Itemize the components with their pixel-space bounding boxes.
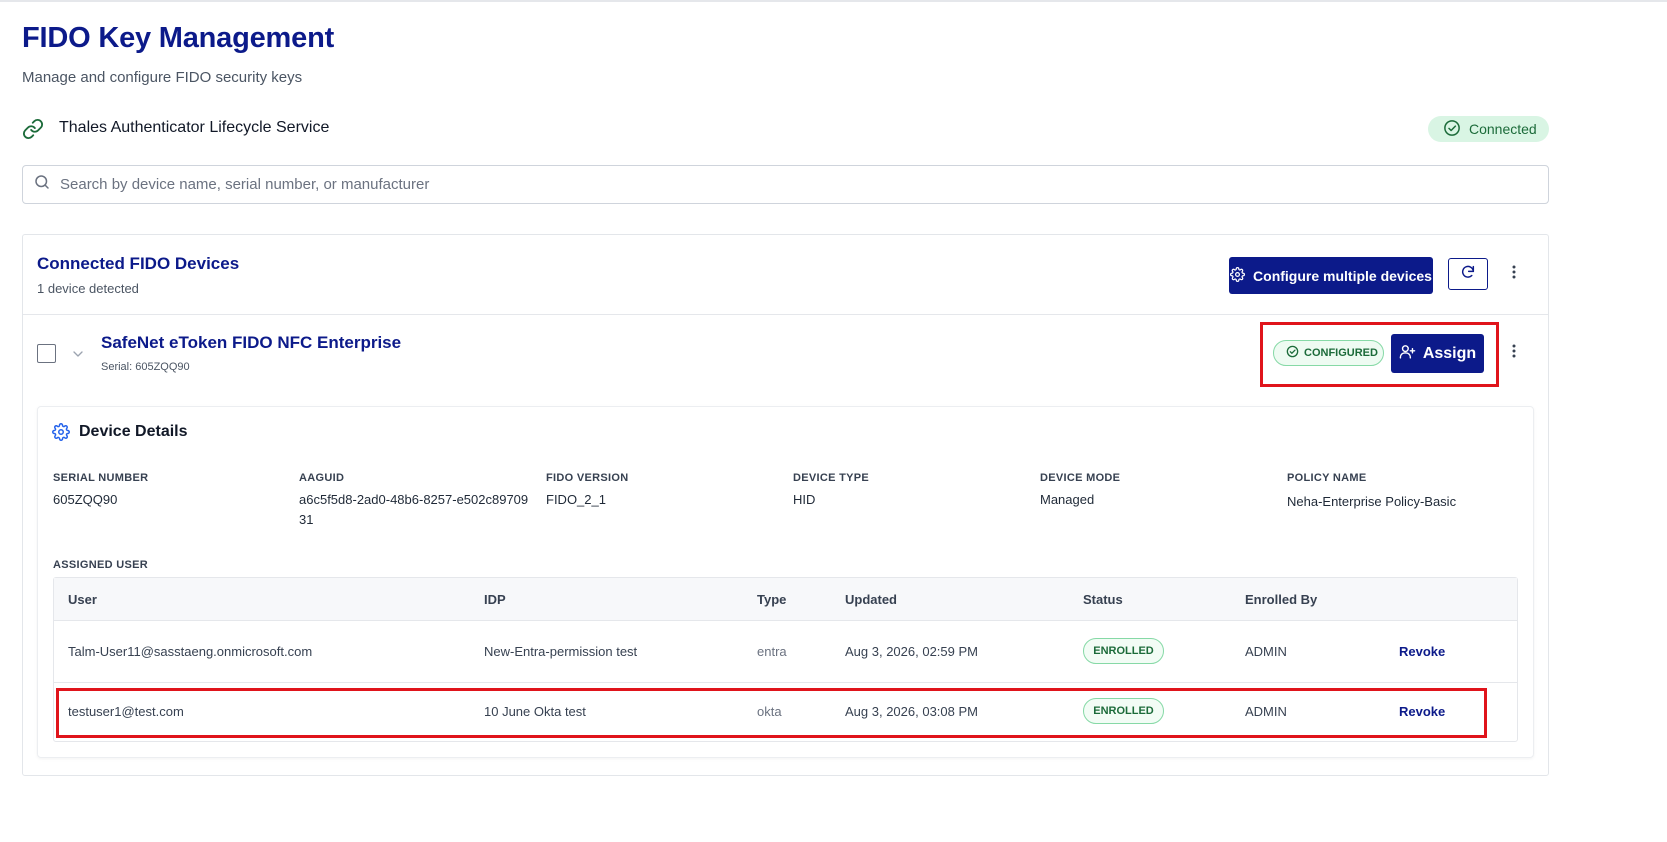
serial-number-label: SERIAL NUMBER: [53, 472, 149, 484]
table-cell-type: entra: [757, 644, 787, 659]
search-icon: [33, 173, 51, 196]
page-title: FIDO Key Management: [22, 22, 335, 54]
column-header-updated: Updated: [845, 592, 897, 607]
enrolled-status-badge: ENROLLED: [1083, 638, 1164, 664]
page-subtitle: Manage and configure FIDO security keys: [22, 69, 303, 86]
configure-multiple-devices-label: Configure multiple devices: [1253, 267, 1432, 284]
column-header-user: User: [68, 592, 97, 607]
service-name: Thales Authenticator Lifecycle Service: [59, 119, 330, 136]
check-circle-icon: [1443, 119, 1461, 140]
column-header-status: Status: [1083, 592, 1123, 607]
connection-status-label: Connected: [1469, 121, 1537, 137]
device-mode-label: DEVICE MODE: [1040, 472, 1121, 484]
serial-number-value: 605ZQQ90: [53, 492, 118, 507]
chevron-down-icon[interactable]: [70, 346, 86, 362]
row-divider: [54, 682, 1517, 683]
device-serial: Serial: 605ZQQ90: [101, 361, 190, 373]
configured-status-label: CONFIGURED: [1304, 347, 1378, 359]
refresh-icon: [1460, 264, 1476, 285]
revoke-link[interactable]: Revoke: [1399, 644, 1445, 659]
table-cell-enrolled-by: ADMIN: [1245, 644, 1287, 659]
link-icon: [22, 118, 44, 140]
devices-panel-title: Connected FIDO Devices: [37, 254, 240, 273]
assign-button[interactable]: Assign: [1391, 334, 1484, 373]
aaguid-label: AAGUID: [299, 472, 345, 484]
device-type-label: DEVICE TYPE: [793, 472, 870, 484]
table-cell-updated: Aug 3, 2026, 02:59 PM: [845, 644, 978, 659]
table-cell-idp: New-Entra-permission test: [484, 644, 638, 659]
device-details-title: Device Details: [79, 423, 188, 440]
top-border: [0, 0, 1667, 2]
device-more-options-button[interactable]: [1504, 343, 1524, 363]
assigned-user-label: ASSIGNED USER: [53, 559, 148, 571]
column-header-enrolled-by: Enrolled By: [1245, 592, 1318, 607]
device-name[interactable]: SafeNet eToken FIDO NFC Enterprise: [101, 333, 401, 353]
table-cell-user: Talm-User11@sasstaeng.onmicrosoft.com: [68, 644, 313, 659]
check-circle-icon: [1286, 345, 1299, 361]
panel-divider: [23, 314, 1548, 315]
panel-more-options-button[interactable]: [1504, 264, 1524, 284]
configure-multiple-devices-button[interactable]: Configure multiple devices: [1229, 257, 1433, 294]
policy-name-label: POLICY NAME: [1287, 472, 1367, 484]
device-count: 1 device detected: [37, 281, 139, 296]
device-select-checkbox[interactable]: [37, 344, 56, 363]
highlight-box-row: [56, 688, 1487, 738]
configured-status-badge: CONFIGURED: [1273, 340, 1384, 366]
fido-version-label: FIDO VERSION: [546, 472, 629, 484]
search-input[interactable]: [60, 176, 1510, 193]
aaguid-value: a6c5f5d8-2ad0-48b6-8257-e502c8970931: [299, 492, 529, 527]
fido-version-value: FIDO_2_1: [546, 492, 606, 507]
more-vertical-icon: [1512, 265, 1516, 284]
column-header-idp: IDP: [484, 592, 506, 607]
device-type-value: HID: [793, 492, 816, 507]
more-vertical-icon: [1512, 344, 1516, 363]
refresh-button[interactable]: [1448, 258, 1488, 290]
user-plus-icon: [1399, 343, 1416, 365]
connection-status-badge: Connected: [1428, 116, 1549, 142]
device-mode-value: Managed: [1040, 492, 1095, 507]
column-header-type: Type: [757, 592, 787, 607]
policy-name-value: Neha-Enterprise Policy-Basic: [1287, 494, 1457, 509]
assign-label: Assign: [1422, 344, 1477, 362]
search-bar: [22, 165, 1549, 204]
gear-icon: [52, 423, 70, 441]
gear-icon: [1230, 266, 1245, 285]
